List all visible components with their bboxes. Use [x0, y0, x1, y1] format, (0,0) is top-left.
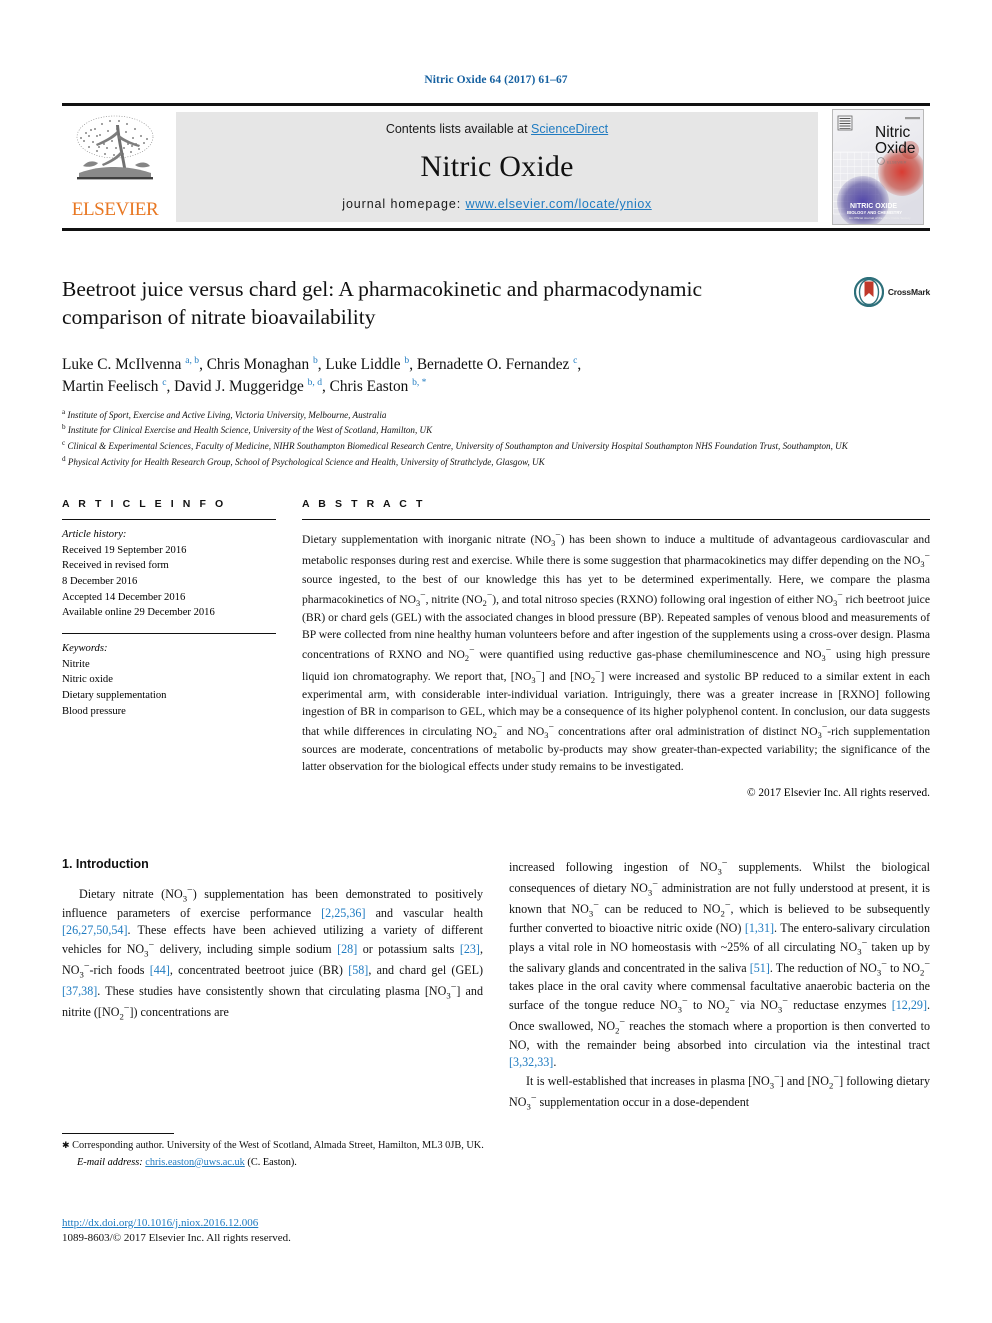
body-columns: 1. Introduction Dietary nitrate (NO3−) s… [62, 857, 930, 1112]
article-info-heading: A R T I C L E I N F O [62, 498, 227, 510]
corresponding-author-text: Corresponding author. University of the … [72, 1140, 484, 1151]
asterisk-icon: ✱ [62, 1140, 70, 1150]
author-line-2: Martin Feelisch c, David J. Muggeridge b… [62, 376, 427, 395]
svg-text:BIOLOGY AND CHEMISTRY: BIOLOGY AND CHEMISTRY [847, 210, 902, 215]
doi-link[interactable]: http://dx.doi.org/10.1016/j.niox.2016.12… [62, 1217, 258, 1229]
keyword-item: Nitric oxide [62, 674, 113, 686]
affiliation-text: Physical Activity for Health Research Gr… [67, 457, 545, 468]
svg-text:Oxide: Oxide [875, 140, 916, 157]
keyword-item: Nitrite [62, 658, 90, 670]
svg-text:An Official Journal of the Nit: An Official Journal of the Nitric Oxide … [849, 216, 911, 220]
info-abstract-row: A R T I C L E I N F O Article history: R… [62, 498, 930, 799]
affiliation-marker: b [62, 423, 66, 432]
homepage-label: journal homepage: [342, 197, 466, 211]
abstract-copyright: © 2017 Elsevier Inc. All rights reserved… [746, 787, 930, 800]
svg-text:ELSEVIER: ELSEVIER [887, 160, 907, 165]
author-affil-marker: b, d [307, 376, 322, 388]
issn-copyright-line: 1089-8603/© 2017 Elsevier Inc. All right… [62, 1232, 291, 1244]
intro-paragraph-left: Dietary nitrate (NO3−) supplementation h… [62, 885, 483, 1022]
abstract-heading: A B S T R A C T [302, 498, 426, 510]
affiliation-a: a Institute of Sport, Exercise and Activ… [62, 407, 930, 423]
corresponding-author-note: ✱ Corresponding author. University of th… [62, 1139, 496, 1154]
elsevier-wordmark: ELSEVIER [71, 199, 159, 220]
keywords-block: Keywords: Nitrite Nitric oxide Dietary s… [62, 634, 276, 719]
keywords-label: Keywords: [62, 643, 108, 655]
author-affil-marker: b [312, 355, 318, 366]
history-line: Accepted 14 December 2016 [62, 591, 186, 603]
body-column-left: 1. Introduction Dietary nitrate (NO3−) s… [62, 857, 483, 1112]
history-line: 8 December 2016 [62, 576, 138, 588]
body-column-right: increased following ingestion of NO3− su… [509, 857, 930, 1112]
doi-block: http://dx.doi.org/10.1016/j.niox.2016.12… [62, 1213, 496, 1246]
article-info-column: A R T I C L E I N F O Article history: R… [62, 498, 276, 799]
affiliation-d: d Physical Activity for Health Research … [62, 454, 930, 470]
keyword-item: Blood pressure [62, 705, 126, 717]
svg-text:Nitric: Nitric [875, 124, 911, 141]
abstract-text: Dietary supplementation with inorganic n… [302, 530, 931, 774]
author-line-1: Luke C. McIlvenna a, b, Chris Monaghan b… [62, 355, 582, 374]
journal-masthead: ELSEVIER Contents lists available at Sci… [62, 103, 930, 231]
crossmark-badge[interactable]: CrossMark [853, 277, 930, 307]
elsevier-logo: ELSEVIER [62, 106, 168, 228]
masthead-center: Contents lists available at ScienceDirec… [176, 112, 818, 222]
author-affil-marker: a, b [185, 355, 200, 366]
keyword-item: Dietary supplementation [62, 690, 167, 702]
author-affil-marker: c [162, 376, 167, 388]
journal-homepage-link[interactable]: www.elsevier.com/locate/yniox [466, 197, 652, 211]
history-line: Received in revised form [62, 560, 169, 572]
svg-text:NITRIC OXIDE: NITRIC OXIDE [850, 203, 897, 210]
title-block: Beetroot juice versus chard gel: A pharm… [62, 275, 930, 341]
author-affil-marker: b [404, 355, 410, 366]
affiliation-text: Clinical & Experimental Sciences, Facult… [67, 441, 848, 452]
cover-art-svg: Nitric Oxide ELSEVIER NITRIC OXIDE BIOLO… [833, 110, 923, 224]
article-page: Nitric Oxide 64 (2017) 61–67 ELSEVIER Co… [0, 0, 992, 1323]
author-list: Luke C. McIlvenna a, b, Chris Monaghan b… [62, 354, 822, 398]
elsevier-tree-icon [76, 115, 154, 180]
intro-paragraph-right-2: It is well-established that increases in… [509, 1072, 930, 1112]
affiliation-marker: d [62, 455, 66, 464]
section-heading-introduction: 1. Introduction [62, 857, 149, 872]
affiliation-marker: a [62, 407, 66, 416]
cover-artwork: Nitric Oxide ELSEVIER NITRIC OXIDE BIOLO… [832, 109, 924, 225]
author-email-link[interactable]: chris.easton@uws.ac.uk [145, 1157, 245, 1168]
journal-homepage-line: journal homepage: www.elsevier.com/locat… [342, 197, 651, 211]
affiliation-list: a Institute of Sport, Exercise and Activ… [62, 407, 930, 470]
author-affil-marker: b, * [412, 376, 427, 388]
affiliation-text: Institute for Clinical Exercise and Heal… [67, 425, 433, 436]
journal-title: Nitric Oxide [420, 149, 574, 183]
affiliation-c: c Clinical & Experimental Sciences, Facu… [62, 438, 930, 454]
contents-prefix: Contents lists available at [385, 122, 532, 136]
affiliation-text: Institute of Sport, Exercise and Active … [67, 409, 387, 420]
page-title: Beetroot juice versus chard gel: A pharm… [62, 277, 702, 330]
crossmark-icon [853, 277, 884, 307]
crossmark-label: CrossMark [887, 287, 930, 297]
affiliation-b: b Institute for Clinical Exercise and He… [62, 422, 930, 438]
email-line: E-mail address: chris.easton@uws.ac.uk (… [62, 1157, 496, 1168]
intro-paragraph-right-1: increased following ingestion of NO3− su… [509, 858, 931, 1070]
history-line: Received 19 September 2016 [62, 544, 187, 556]
contents-available-line: Contents lists available at ScienceDirec… [386, 122, 608, 136]
article-history-label: Article history: [62, 529, 127, 540]
abstract-column: A B S T R A C T Dietary supplementation … [302, 498, 930, 799]
email-attribution: (C. Easton). [247, 1156, 297, 1168]
author-affil-marker: c [573, 355, 578, 366]
email-label: E-mail address: [77, 1156, 143, 1168]
footnote-divider [62, 1133, 174, 1134]
corresponding-author-footnote: ✱ Corresponding author. University of th… [62, 1133, 496, 1168]
journal-cover-thumbnail[interactable]: Nitric Oxide ELSEVIER NITRIC OXIDE BIOLO… [826, 106, 930, 228]
article-history: Article history: Received 19 September 2… [62, 520, 276, 621]
history-line: Available online 29 December 2016 [62, 607, 215, 619]
sciencedirect-link[interactable]: ScienceDirect [531, 122, 608, 136]
affiliation-marker: c [62, 439, 66, 448]
running-head: Nitric Oxide 64 (2017) 61–67 [424, 74, 568, 86]
